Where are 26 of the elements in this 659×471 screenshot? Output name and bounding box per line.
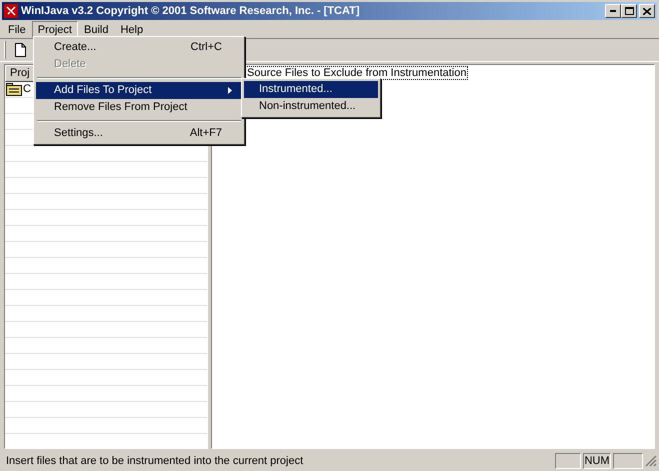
submenu-item[interactable]: Instrumented... bbox=[244, 81, 378, 98]
tree-item[interactable]: C bbox=[23, 81, 31, 98]
menu-item[interactable]: Remove Files From Project bbox=[36, 99, 242, 116]
minimize-icon bbox=[610, 10, 616, 12]
resize-grip-icon[interactable] bbox=[645, 455, 657, 467]
status-panel bbox=[613, 453, 643, 469]
submenu-arrow-icon bbox=[228, 87, 232, 94]
close-icon bbox=[643, 8, 651, 14]
app-icon bbox=[4, 4, 18, 18]
window-title: WinIJava v3.2 Copyright © 2001 Software Research, Inc. - [TCAT] bbox=[21, 4, 361, 19]
status-panel bbox=[555, 453, 581, 469]
folder-icon bbox=[6, 83, 22, 96]
menu-bar-item[interactable]: Build bbox=[78, 21, 114, 38]
submenu-item[interactable]: Non-instrumented... bbox=[244, 98, 378, 115]
maximize-icon bbox=[624, 7, 634, 15]
menu-item[interactable]: Add Files To Project bbox=[36, 82, 242, 99]
maximize-button[interactable] bbox=[621, 4, 637, 18]
menu-bar-item[interactable]: Help bbox=[114, 21, 150, 38]
menu-item[interactable]: Create... Ctrl+C bbox=[36, 39, 242, 56]
status-message: Insert files that are to be instrumented into the current project bbox=[5, 454, 304, 469]
new-file-icon[interactable] bbox=[12, 41, 28, 59]
num-lock-indicator: NUM bbox=[583, 453, 611, 469]
menu-item[interactable]: Settings... Alt+F7 bbox=[36, 125, 242, 142]
close-button[interactable] bbox=[639, 4, 655, 18]
minimize-button[interactable] bbox=[605, 4, 621, 18]
menu-bar-item[interactable]: File bbox=[2, 21, 32, 38]
